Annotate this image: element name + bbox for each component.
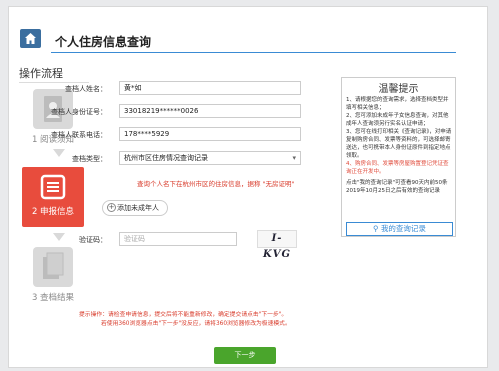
id-field[interactable]: 33018219******0026 [119, 104, 301, 118]
phone-row: 查档人联系电话： 178****5929 [9, 127, 309, 141]
tips-title: 温馨提示 [378, 84, 419, 95]
my-query-records-button[interactable]: ⚲ 我的查询记录 [346, 222, 453, 236]
tips-panel: 温馨提示 1、请根据您的查询需求，选择查档类型并填写相关信息； 2、您可添加未成… [341, 77, 456, 237]
plus-icon: + [107, 203, 116, 212]
flow-title: 操作流程 [19, 67, 63, 80]
home-button[interactable] [20, 29, 41, 48]
name-row: 查档人姓名： 黄*如 [9, 81, 309, 95]
documents-icon [33, 247, 73, 287]
notice-line: 提示操作：请检查申请信息，提交后将不能重新修改，确定提交请点击"下一步"。 [79, 312, 288, 318]
tips-line: 3、您可在线打印相关《查询记录》，对申请复制购房合同、发票等资料的，可选择邮寄送… [346, 129, 452, 159]
name-field[interactable]: 黄*如 [119, 81, 301, 95]
chevron-down-icon: ▾ [292, 154, 296, 162]
tips-footer: 点击"我的查询记录"可查看90天内前50条2019年10月25日之后有效的查询记… [346, 180, 448, 194]
phone-label: 查档人联系电话： [51, 131, 107, 139]
name-label: 查档人姓名： [65, 85, 107, 93]
next-step-button[interactable]: 下一步 [214, 347, 276, 364]
id-label: 查档人身份证号： [51, 108, 107, 116]
query-button-label: 我的查询记录 [380, 224, 426, 233]
step-label: 3 查档结果 [31, 293, 75, 303]
notice-line: 若使用360浏览器点击"下一步"没反应，请将360浏览器修改为极速模式。 [101, 321, 291, 327]
type-hint: 查询个人名下在杭州市区的住房信息，据称 "无房证明" [137, 180, 295, 188]
phone-field[interactable]: 178****5929 [119, 127, 301, 141]
search-icon: ⚲ [373, 224, 381, 233]
captcha-label: 验证码： [79, 236, 107, 244]
tips-line: 2、您可添加未成年子女信息查询，对其他成年人查询须另行实名认证申请； [346, 113, 449, 127]
add-minor-label: 添加未成年人 [117, 204, 159, 212]
step-label: 2 申报信息 [31, 207, 75, 217]
tips-body: 1、请根据您的查询需求，选择查档类型并填写相关信息； 2、您可添加未成年子女信息… [346, 96, 453, 195]
type-select[interactable]: 杭州市区住房情况查询记录 ▾ [119, 151, 301, 165]
id-row: 查档人身份证号： 33018219******0026 [9, 104, 309, 118]
type-label: 查档类型： [72, 155, 107, 163]
tips-line-red: 4、购房合同、发票等房屋购置登记凭证查询正在开发中。 [346, 161, 449, 175]
tips-line: 1、请根据您的查询需求，选择查档类型并填写相关信息； [346, 97, 449, 111]
type-select-value: 杭州市区住房情况查询记录 [124, 154, 208, 162]
type-row: 查档类型： 杭州市区住房情况查询记录 ▾ [9, 151, 309, 165]
submit-notice: 提示操作：请检查申请信息，提交后将不能重新修改，确定提交请点击"下一步"。 若使… [79, 311, 409, 329]
captcha-input[interactable]: 验证码 [119, 232, 237, 246]
list-document-icon [39, 173, 67, 201]
step-query-result[interactable]: 3 查档结果 [27, 247, 79, 307]
home-icon [25, 33, 36, 44]
page-container: 个人住房信息查询 操作流程 1 阅读须知 2 申报信息 3 查档结果 查档人姓名… [8, 6, 488, 368]
captcha-image[interactable]: I-KVG [257, 230, 297, 260]
header: 个人住房信息查询 [9, 7, 487, 51]
page-title: 个人住房信息查询 [55, 35, 152, 49]
add-minor-button[interactable]: + 添加未成年人 [102, 200, 168, 216]
title-divider [51, 52, 456, 53]
step-declare-info[interactable]: 2 申报信息 [22, 167, 84, 227]
